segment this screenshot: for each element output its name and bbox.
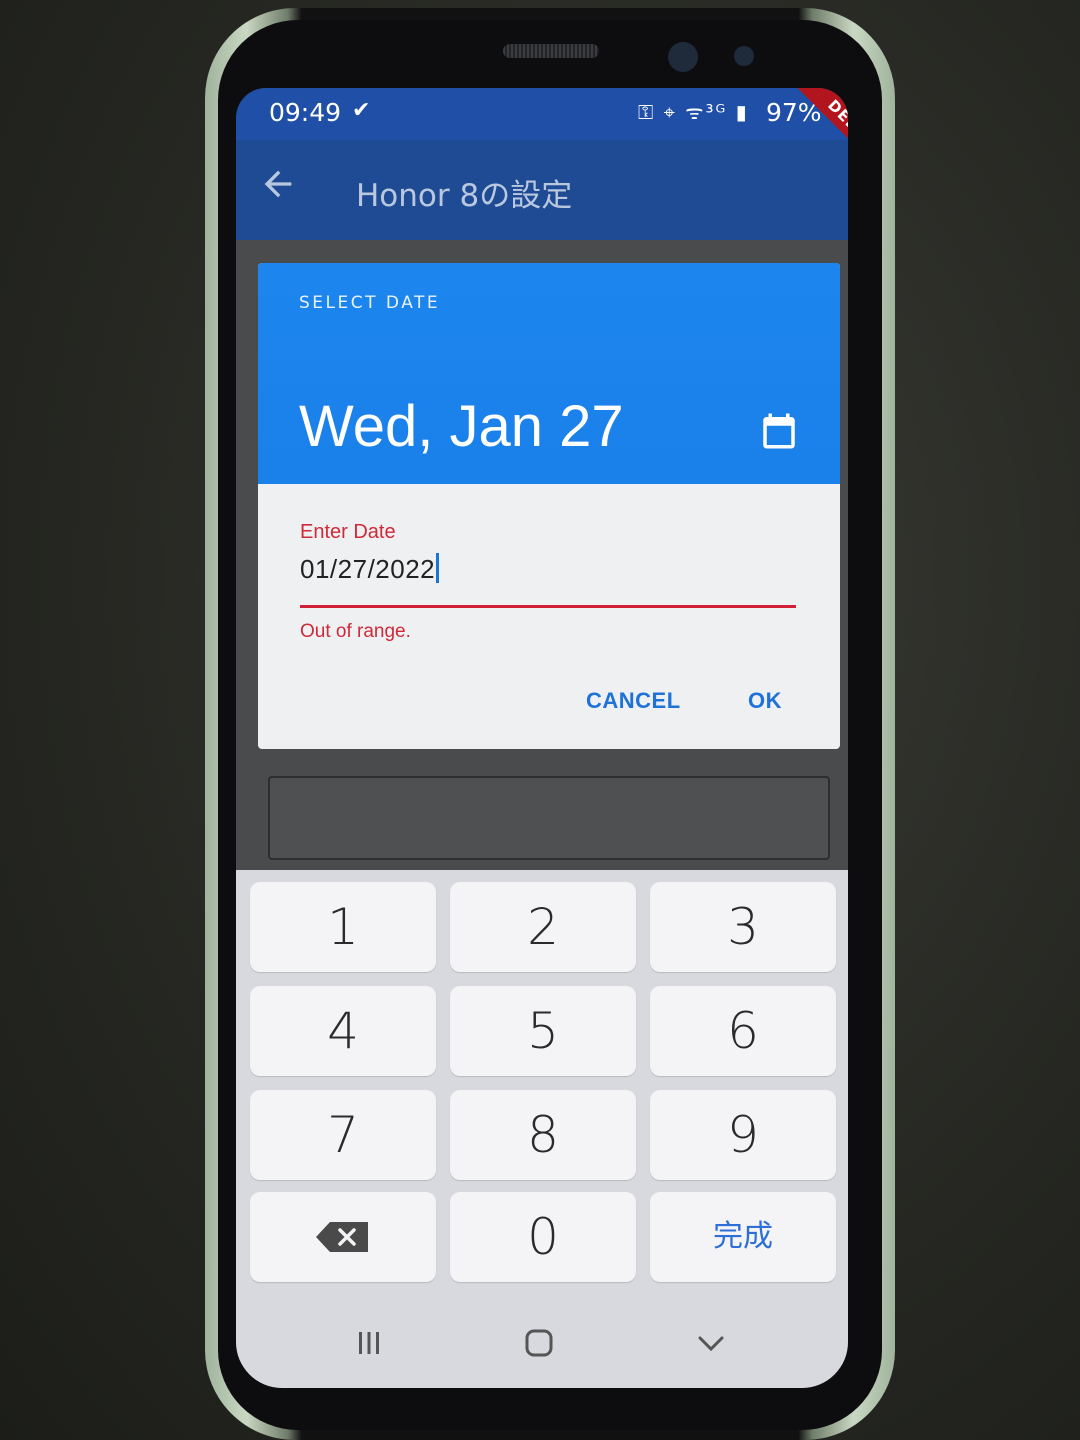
key-0[interactable]: 0 (450, 1192, 636, 1282)
status-bar: 09:49 ✔ ⚿ ⌖ ᯤ³ᴳ ▮ 97% DEBUG (236, 88, 848, 181)
date-picker-help-text: SELECT DATE (299, 293, 441, 313)
cancel-button[interactable]: CANCEL (586, 688, 681, 714)
status-time: 09:49 (269, 98, 342, 127)
key-8[interactable]: 8 (450, 1090, 636, 1180)
key-9[interactable]: 9 (650, 1090, 836, 1180)
key-2[interactable]: 2 (450, 882, 636, 972)
key-3[interactable]: 3 (650, 882, 836, 972)
date-input-underline (300, 605, 796, 608)
check-icon: ✔ (352, 98, 371, 123)
selected-date-headline: Wed, Jan 27 (299, 394, 624, 459)
date-field-label: Enter Date (300, 521, 396, 543)
arrow-left-icon[interactable] (258, 164, 298, 204)
date-input-value: 01/27/2022 (300, 554, 436, 584)
backspace-key[interactable] (250, 1192, 436, 1282)
key-6[interactable]: 6 (650, 986, 836, 1076)
phone-screen: 09:49 ✔ ⚿ ⌖ ᯤ³ᴳ ▮ 97% DEBUG Honor 8の設定 S… (236, 88, 848, 1388)
earpiece-speaker (503, 44, 599, 58)
key-5[interactable]: 5 (450, 986, 636, 1076)
system-status-icons: ⚿ ⌖ ᯤ³ᴳ ▮ (638, 100, 749, 124)
date-input[interactable]: 01/27/2022 (300, 553, 440, 585)
key-7[interactable]: 7 (250, 1090, 436, 1180)
done-key[interactable]: 完成 (650, 1192, 836, 1282)
key-4[interactable]: 4 (250, 986, 436, 1076)
calendar-icon[interactable] (758, 410, 800, 452)
date-picker-header: SELECT DATE Wed, Jan 27 (258, 263, 840, 484)
home-icon[interactable] (524, 1328, 554, 1358)
navigation-bar (236, 1300, 848, 1388)
background-text-field (268, 776, 830, 860)
app-bar: Honor 8の設定 (236, 140, 848, 240)
sensor-icon (734, 46, 754, 66)
date-picker-dialog: SELECT DATE Wed, Jan 27 Enter Date 01/27… (258, 263, 840, 749)
backspace-icon (316, 1222, 368, 1252)
page-title: Honor 8の設定 (356, 178, 573, 214)
front-camera-icon (668, 42, 698, 72)
recents-icon[interactable] (354, 1328, 384, 1358)
text-caret (436, 553, 440, 583)
date-error-text: Out of range. (300, 621, 411, 642)
chevron-down-icon[interactable] (696, 1328, 726, 1358)
numeric-keyboard: 1 2 3 4 5 6 7 8 9 0 完成 (236, 870, 848, 1300)
key-1[interactable]: 1 (250, 882, 436, 972)
ok-button[interactable]: OK (748, 688, 782, 714)
